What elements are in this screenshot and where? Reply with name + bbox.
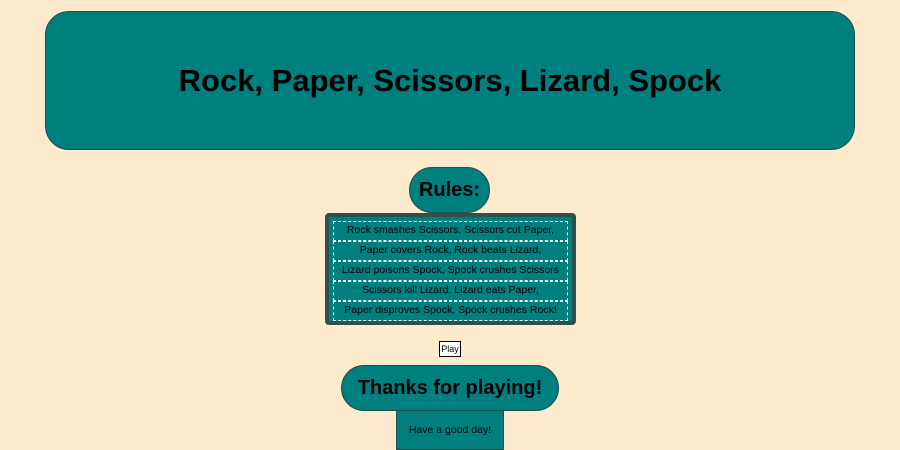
- rule-line: Rock smashes Scissors, Scissors cut Pape…: [333, 221, 568, 241]
- good-day-message: Have a good day!: [396, 410, 504, 450]
- header-banner: Rock, Paper, Scissors, Lizard, Spock: [45, 11, 855, 150]
- page-title: Rock, Paper, Scissors, Lizard, Spock: [178, 62, 722, 98]
- page: Rock, Paper, Scissors, Lizard, Spock Rul…: [0, 0, 900, 450]
- rule-line: Paper covers Rock, Rock beats Lizard,: [333, 241, 568, 261]
- rule-line: Scissors kill Lizard, Lizard eats Paper,: [333, 281, 568, 301]
- play-button[interactable]: Play: [439, 341, 461, 357]
- rules-heading: Rules:: [409, 167, 490, 213]
- rule-line: Lizard poisons Spock, Spock crushes Scis…: [333, 261, 568, 281]
- rules-panel: Rock smashes Scissors, Scissors cut Pape…: [325, 213, 576, 325]
- thanks-heading: Thanks for playing!: [341, 365, 559, 411]
- rule-line: Paper disproves Spock, Spock crushes Roc…: [333, 301, 568, 321]
